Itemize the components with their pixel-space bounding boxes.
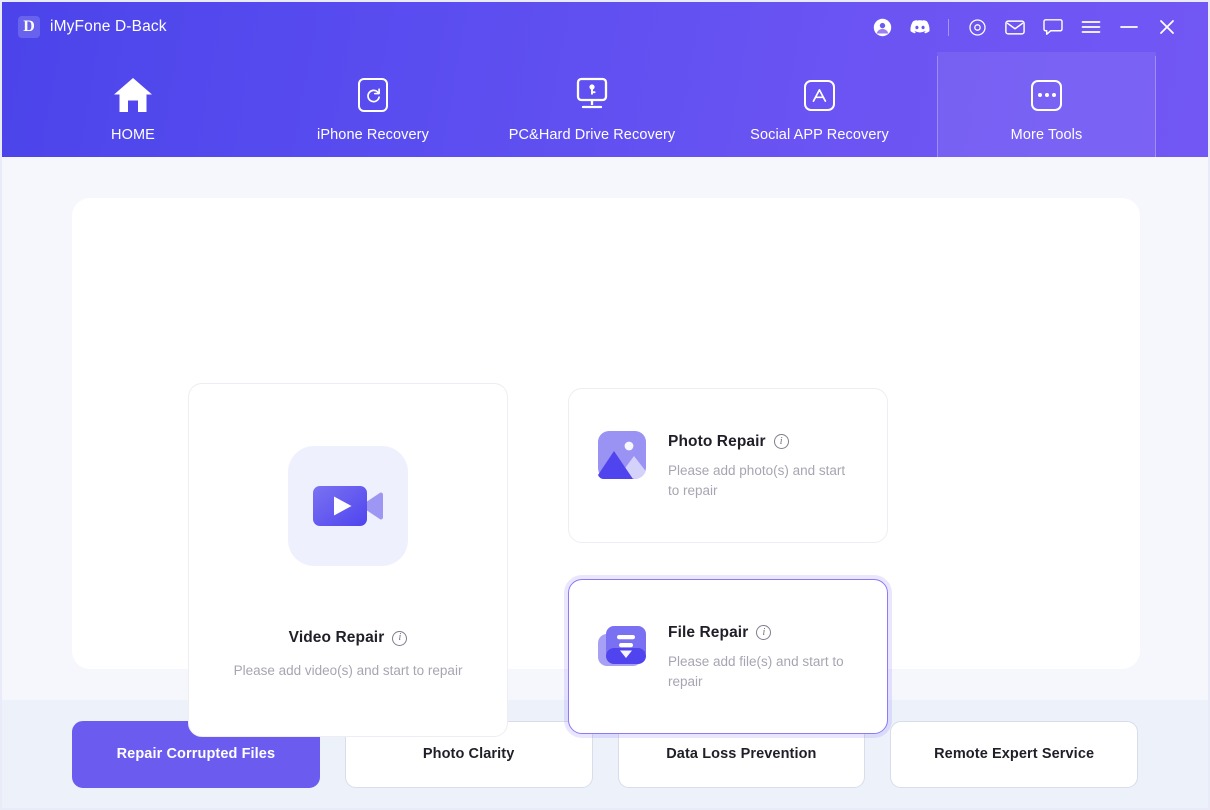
nav-item-home[interactable]: HOME xyxy=(2,52,264,159)
card-text-file: File Repair i Please add file(s) and sta… xyxy=(668,622,852,691)
appstore-icon xyxy=(804,74,835,116)
card-title-row-photo: Photo Repair i xyxy=(668,433,852,451)
hamburger-menu-icon[interactable] xyxy=(1072,10,1110,44)
photo-image-icon xyxy=(598,430,646,479)
card-desc-photo: Please add photo(s) and start to repair xyxy=(668,462,846,498)
card-photo-repair[interactable]: Photo Repair i Please add photo(s) and s… xyxy=(568,388,888,543)
card-text-photo: Photo Repair i Please add photo(s) and s… xyxy=(668,431,852,500)
card-video-repair[interactable]: Video Repair i Please add video(s) and s… xyxy=(188,383,508,737)
nav-label-social-app-recovery: Social APP Recovery xyxy=(750,127,889,143)
card-file-repair[interactable]: File Repair i Please add file(s) and sta… xyxy=(568,579,888,734)
account-avatar-icon[interactable] xyxy=(863,10,901,44)
phone-refresh-icon xyxy=(358,74,388,116)
more-dots-icon xyxy=(1031,74,1062,116)
video-camera-icon xyxy=(288,446,408,566)
home-icon xyxy=(112,74,154,116)
card-title-row-video: Video Repair i xyxy=(289,629,408,647)
main-nav: HOME iPhone Recovery PC&Hard Drive Recov… xyxy=(2,52,1208,159)
card-row-photo: Photo Repair i Please add photo(s) and s… xyxy=(569,430,852,500)
window-header: D iMyFone D-Back HOME iPhone Recovery PC… xyxy=(0,0,1210,159)
nav-item-iphone-recovery[interactable]: iPhone Recovery xyxy=(264,52,482,159)
card-title-video: Video Repair xyxy=(288,629,385,646)
nav-item-pc-hard-drive-recovery[interactable]: PC&Hard Drive Recovery xyxy=(482,52,702,159)
titlebar-divider xyxy=(948,18,949,36)
app-window: D iMyFone D-Back HOME iPhone Recovery PC… xyxy=(0,0,1210,810)
chat-icon[interactable] xyxy=(1034,10,1072,44)
brand: D iMyFone D-Back xyxy=(18,16,167,38)
card-desc-file: Please add file(s) and start to repair xyxy=(668,653,844,689)
more-dots-glyph xyxy=(1037,93,1056,97)
mail-icon[interactable] xyxy=(996,10,1034,44)
info-icon-file[interactable]: i xyxy=(756,625,772,641)
card-title-file: File Repair xyxy=(668,623,749,641)
card-title-row-file: File Repair i xyxy=(668,624,852,642)
app-title: iMyFone D-Back xyxy=(50,18,167,35)
discord-icon[interactable] xyxy=(901,10,939,44)
nav-item-more-tools[interactable]: More Tools xyxy=(937,52,1156,159)
nav-label-more-tools: More Tools xyxy=(1010,127,1083,143)
info-icon-video[interactable]: i xyxy=(392,630,408,646)
nav-label-iphone-recovery: iPhone Recovery xyxy=(317,127,429,143)
titlebar-icons xyxy=(863,10,1186,44)
close-icon[interactable] xyxy=(1148,10,1186,44)
card-title-photo: Photo Repair xyxy=(668,432,766,450)
target-record-icon[interactable] xyxy=(958,10,996,44)
nav-label-pc-hard-drive-recovery: PC&Hard Drive Recovery xyxy=(508,127,676,143)
monitor-key-icon xyxy=(573,74,611,116)
card-row-file: File Repair i Please add file(s) and sta… xyxy=(569,622,852,691)
footer-button-remote-expert-service[interactable]: Remote Expert Service xyxy=(890,720,1138,788)
file-document-icon xyxy=(598,622,646,670)
app-logo-icon: D xyxy=(18,16,40,38)
nav-item-social-app-recovery[interactable]: Social APP Recovery xyxy=(702,52,937,159)
info-icon-photo[interactable]: i xyxy=(773,434,789,450)
card-desc-video: Please add video(s) and start to repair xyxy=(233,663,463,678)
main-content: Video Repair i Please add video(s) and s… xyxy=(0,157,1210,737)
minimize-icon[interactable] xyxy=(1110,10,1148,44)
titlebar: D iMyFone D-Back xyxy=(2,2,1208,52)
nav-label-home: HOME xyxy=(111,127,155,143)
